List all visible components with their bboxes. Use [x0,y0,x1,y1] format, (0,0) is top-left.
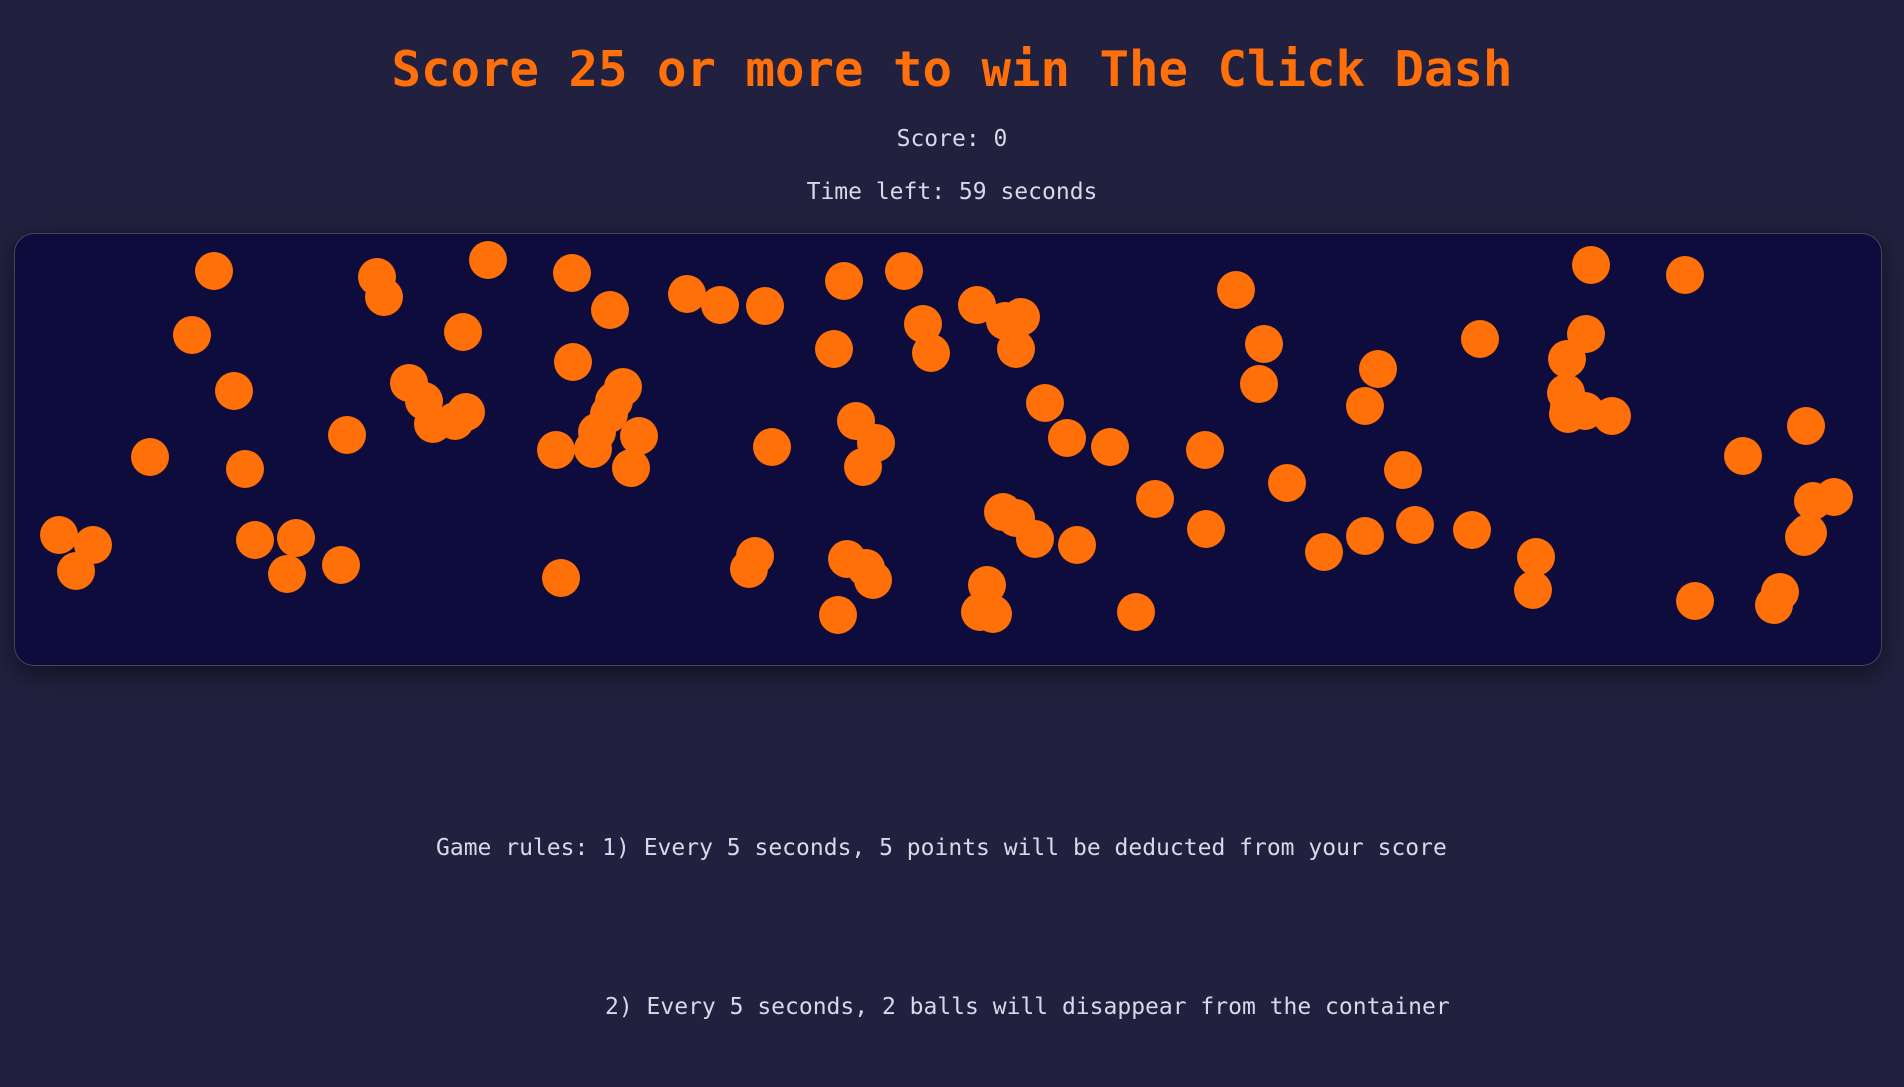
target-ball[interactable] [1550,388,1588,426]
target-ball[interactable] [1593,397,1631,435]
target-ball[interactable] [322,546,360,584]
target-ball[interactable] [912,334,950,372]
target-ball[interactable] [746,287,784,325]
target-ball[interactable] [1240,365,1278,403]
target-ball[interactable] [436,402,474,440]
target-ball[interactable] [1346,517,1384,555]
target-ball[interactable] [844,448,882,486]
target-ball[interactable] [1346,387,1384,425]
target-ball[interactable] [730,550,768,588]
target-ball[interactable] [1384,451,1422,489]
target-ball[interactable] [1761,573,1799,611]
target-ball[interactable] [1396,506,1434,544]
target-ball[interactable] [819,596,857,634]
target-ball[interactable] [40,516,78,554]
target-ball[interactable] [226,450,264,488]
target-ball[interactable] [1514,571,1552,609]
target-ball[interactable] [815,330,853,368]
target-ball[interactable] [1305,533,1343,571]
target-ball[interactable] [542,559,580,597]
target-ball[interactable] [1815,478,1853,516]
target-ball[interactable] [612,449,650,487]
target-ball[interactable] [854,561,892,599]
target-ball[interactable] [1359,350,1397,388]
target-ball[interactable] [1724,437,1762,475]
target-ball[interactable] [1117,593,1155,631]
target-ball[interactable] [1136,480,1174,518]
game-title: Score 25 or more to win The Click Dash [391,41,1513,98]
target-ball[interactable] [574,430,612,468]
score-display: Score: 0 [896,126,1008,152]
target-ball[interactable] [365,278,403,316]
target-ball[interactable] [554,343,592,381]
target-ball[interactable] [1186,431,1224,469]
timer-display: Time left: 59 seconds [806,179,1098,205]
target-ball[interactable] [1245,325,1283,363]
target-ball[interactable] [753,428,791,466]
target-ball[interactable] [1785,518,1823,556]
target-ball[interactable] [57,552,95,590]
target-ball[interactable] [825,262,863,300]
target-ball[interactable] [444,313,482,351]
target-ball[interactable] [328,416,366,454]
target-ball[interactable] [701,286,739,324]
target-ball[interactable] [236,521,274,559]
target-ball[interactable] [1666,256,1704,294]
target-ball[interactable] [131,438,169,476]
target-ball[interactable] [974,595,1012,633]
target-ball[interactable] [1548,340,1586,378]
target-ball[interactable] [195,252,233,290]
target-ball[interactable] [1676,582,1714,620]
target-ball[interactable] [215,372,253,410]
target-ball[interactable] [277,519,315,557]
target-ball[interactable] [590,395,628,433]
target-ball[interactable] [1787,407,1825,445]
game-container [14,233,1882,666]
target-ball[interactable] [268,555,306,593]
target-ball[interactable] [1026,384,1064,422]
rule-line-2: 2) Every 5 seconds, 2 balls will disappe… [605,994,1450,1020]
target-ball[interactable] [537,431,575,469]
target-ball[interactable] [885,252,923,290]
target-ball[interactable] [1268,464,1306,502]
target-ball[interactable] [1016,520,1054,558]
target-ball[interactable] [1091,428,1129,466]
rule-line-1: Game rules: 1) Every 5 seconds, 5 points… [436,835,1447,861]
target-ball[interactable] [553,254,591,292]
target-ball[interactable] [1453,511,1491,549]
target-ball[interactable] [1187,510,1225,548]
target-ball[interactable] [1217,271,1255,309]
target-ball[interactable] [1461,320,1499,358]
target-ball[interactable] [469,241,507,279]
target-ball[interactable] [997,330,1035,368]
target-ball[interactable] [591,291,629,329]
game-rules: Game rules: 1) Every 5 seconds, 5 points… [436,716,1450,1087]
target-ball[interactable] [1048,419,1086,457]
target-ball[interactable] [173,316,211,354]
target-ball[interactable] [1058,526,1096,564]
target-ball[interactable] [1572,246,1610,284]
